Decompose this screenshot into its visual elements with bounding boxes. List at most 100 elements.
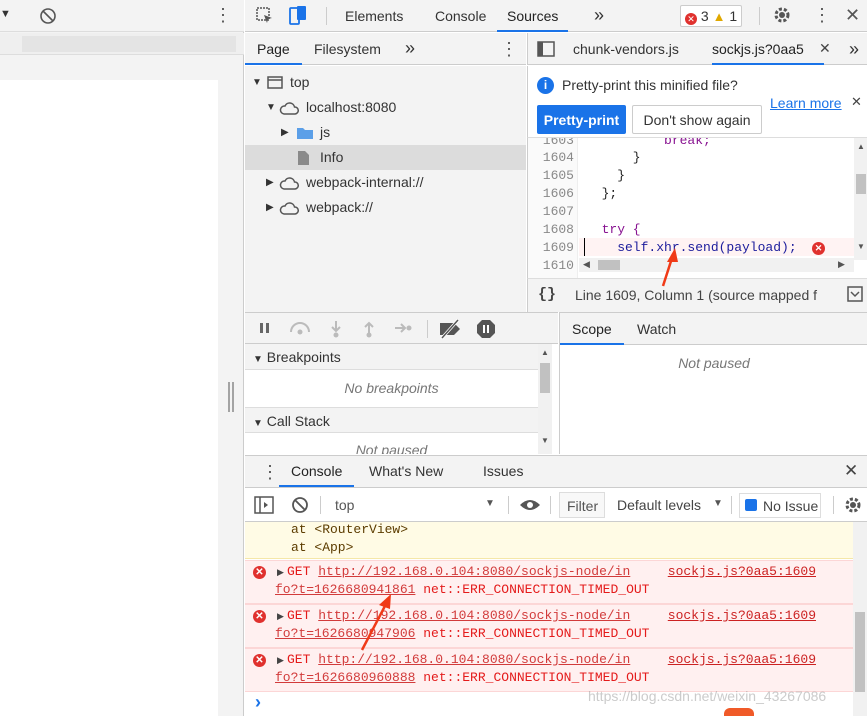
step-into-icon[interactable] (329, 320, 343, 338)
step-over-icon[interactable] (288, 321, 312, 335)
tab-filesystem[interactable]: Filesystem (314, 33, 381, 65)
toggle-debugger-icon[interactable] (847, 286, 863, 302)
vertical-scrollbar[interactable]: ▲ ▼ (854, 138, 867, 260)
request-url-cont[interactable]: fo?t=1626680960888 (275, 670, 415, 685)
console-scrollbar[interactable] (853, 522, 867, 716)
file-icon (297, 150, 310, 166)
tab-scope[interactable]: Scope (560, 313, 624, 345)
resize-handle[interactable] (228, 382, 234, 412)
settings-icon[interactable] (772, 5, 792, 25)
step-out-icon[interactable] (362, 320, 376, 338)
tree-item-info[interactable]: Info (245, 145, 526, 170)
code-editor[interactable]: 1603 break; 1604 } 1605 } 1606 }; 1607 1… (527, 138, 867, 278)
code-line: break; (586, 138, 711, 148)
drawer-tab-issues[interactable]: Issues (483, 456, 523, 487)
code-line: } (586, 150, 641, 165)
sidebar-scrollbar[interactable]: ▲ ▼ (538, 344, 552, 454)
step-icon[interactable] (394, 321, 412, 335)
issue-counter[interactable]: ✕ 3 ▲ 1 (680, 5, 743, 27)
more-tabs-icon[interactable]: » (594, 5, 604, 26)
chevron-down-icon: ▼ (485, 498, 495, 509)
learn-more-link[interactable]: Learn more (770, 95, 842, 111)
customize-menu-icon[interactable]: ⋮ (813, 6, 831, 24)
tree-item-js[interactable]: ▶ js (245, 120, 526, 145)
tree-item-webpack[interactable]: ▶ webpack:// (245, 195, 526, 220)
breakpoints-header[interactable]: ▼ Breakpoints (245, 344, 538, 370)
source-link[interactable]: sockjs.js?0aa5:1609 (668, 564, 816, 579)
issue-icon (745, 499, 757, 511)
line-number: 1610 (542, 258, 574, 273)
dropdown-caret-icon[interactable]: ▼ (0, 8, 11, 20)
file-tab-chunk-vendors[interactable]: chunk-vendors.js (573, 33, 679, 65)
pretty-print-toggle-icon[interactable]: {} (538, 286, 556, 303)
drawer-tab-console[interactable]: Console (279, 456, 355, 487)
horizontal-scrollbar[interactable]: ◀ ▶ (579, 258, 854, 272)
tree-item-localhost[interactable]: ▼ localhost:8080 (245, 95, 526, 120)
request-url-cont[interactable]: fo?t=1626680941861 (275, 582, 415, 597)
error-icon: ✕ (685, 13, 697, 25)
request-url[interactable]: http://192.168.0.104:8080/sockjs-node/in (318, 564, 630, 579)
csdn-logo-icon (724, 708, 754, 716)
close-tab-icon[interactable]: ✕ (819, 40, 831, 57)
expand-triangle-icon[interactable]: ▶ (277, 611, 284, 622)
console-settings-icon[interactable] (843, 495, 863, 515)
pause-icon[interactable] (258, 321, 272, 335)
more-navigator-tabs-icon[interactable]: » (405, 38, 415, 59)
dont-show-again-button[interactable]: Don't show again (632, 105, 762, 134)
navigator-menu-icon[interactable]: ⋮ (500, 40, 518, 58)
filter-placeholder: Filter (567, 498, 599, 514)
cloud-icon (279, 176, 299, 190)
drawer-tab-whats-new[interactable]: What's New (369, 456, 443, 487)
tab-sources[interactable]: Sources (497, 0, 569, 32)
request-url[interactable]: http://192.168.0.104:8080/sockjs-node/in (318, 608, 630, 623)
console-toolbar: top ▼ Filter Default levels ▼ No Issue (245, 488, 867, 522)
tree-item-top[interactable]: ▼ top (245, 70, 526, 95)
close-devtools-icon[interactable]: ✕ (845, 5, 860, 26)
tree-item-webpack-internal[interactable]: ▶ webpack-internal:// (245, 170, 526, 195)
close-infobar-icon[interactable]: ✕ (851, 94, 862, 110)
line-number: 1606 (542, 186, 574, 201)
tree-item-label: localhost:8080 (306, 99, 397, 115)
more-options-icon[interactable]: ⋮ (214, 6, 232, 24)
pause-on-exceptions-icon[interactable] (476, 319, 496, 339)
show-sidebar-icon[interactable] (254, 496, 274, 514)
toggle-navigator-icon[interactable] (537, 41, 555, 57)
line-number: 1603 (542, 138, 574, 148)
call-stack-header[interactable]: ▼ Call Stack (245, 407, 538, 433)
more-editor-tabs-icon[interactable]: » (849, 39, 859, 60)
error-message: ✕ ▶ GET http://192.168.0.104:8080/sockjs… (245, 648, 853, 692)
expand-triangle-icon[interactable]: ▶ (277, 655, 284, 666)
tree-item-label: js (320, 124, 331, 140)
tab-watch[interactable]: Watch (637, 313, 676, 345)
error-message: ✕ ▶ GET http://192.168.0.104:8080/sockjs… (245, 560, 853, 604)
filter-input[interactable]: Filter (559, 492, 605, 518)
close-drawer-icon[interactable]: ✕ (844, 461, 858, 481)
code-line: } (586, 168, 626, 183)
request-url-cont[interactable]: fo?t=1626680947906 (275, 626, 415, 641)
device-toggle-icon[interactable] (288, 5, 308, 27)
log-levels-dropdown[interactable]: Default levels ▼ (617, 493, 727, 517)
error-marker-icon[interactable]: ✕ (812, 242, 825, 255)
tab-page[interactable]: Page (245, 33, 302, 65)
request-url[interactable]: http://192.168.0.104:8080/sockjs-node/in (318, 652, 630, 667)
context-selector[interactable]: top ▼ (327, 493, 497, 517)
issues-button[interactable]: No Issue (739, 493, 821, 518)
drawer-menu-icon[interactable]: ⋮ (261, 463, 279, 481)
expand-triangle-icon[interactable]: ▶ (277, 567, 284, 578)
console-prompt[interactable]: › (255, 692, 261, 713)
pretty-print-prompt: Pretty-print this minified file? (562, 77, 738, 93)
pretty-print-button[interactable]: Pretty-print (537, 105, 626, 134)
rotate-icon[interactable] (38, 6, 58, 26)
warning-message: at <RouterView> at <App> (245, 522, 853, 559)
deactivate-breakpoints-icon[interactable] (438, 319, 462, 339)
tab-console[interactable]: Console (435, 0, 486, 32)
tab-elements[interactable]: Elements (345, 0, 403, 32)
source-link[interactable]: sockjs.js?0aa5:1609 (668, 608, 816, 623)
inspect-element-icon[interactable] (255, 6, 275, 26)
clear-console-icon[interactable] (291, 496, 309, 514)
warning-icon: ▲ (712, 9, 726, 24)
live-expression-eye-icon[interactable] (519, 497, 541, 513)
source-link[interactable]: sockjs.js?0aa5:1609 (668, 652, 816, 667)
file-tab-sockjs[interactable]: sockjs.js?0aa5 (712, 33, 824, 65)
folder-icon (296, 126, 314, 140)
